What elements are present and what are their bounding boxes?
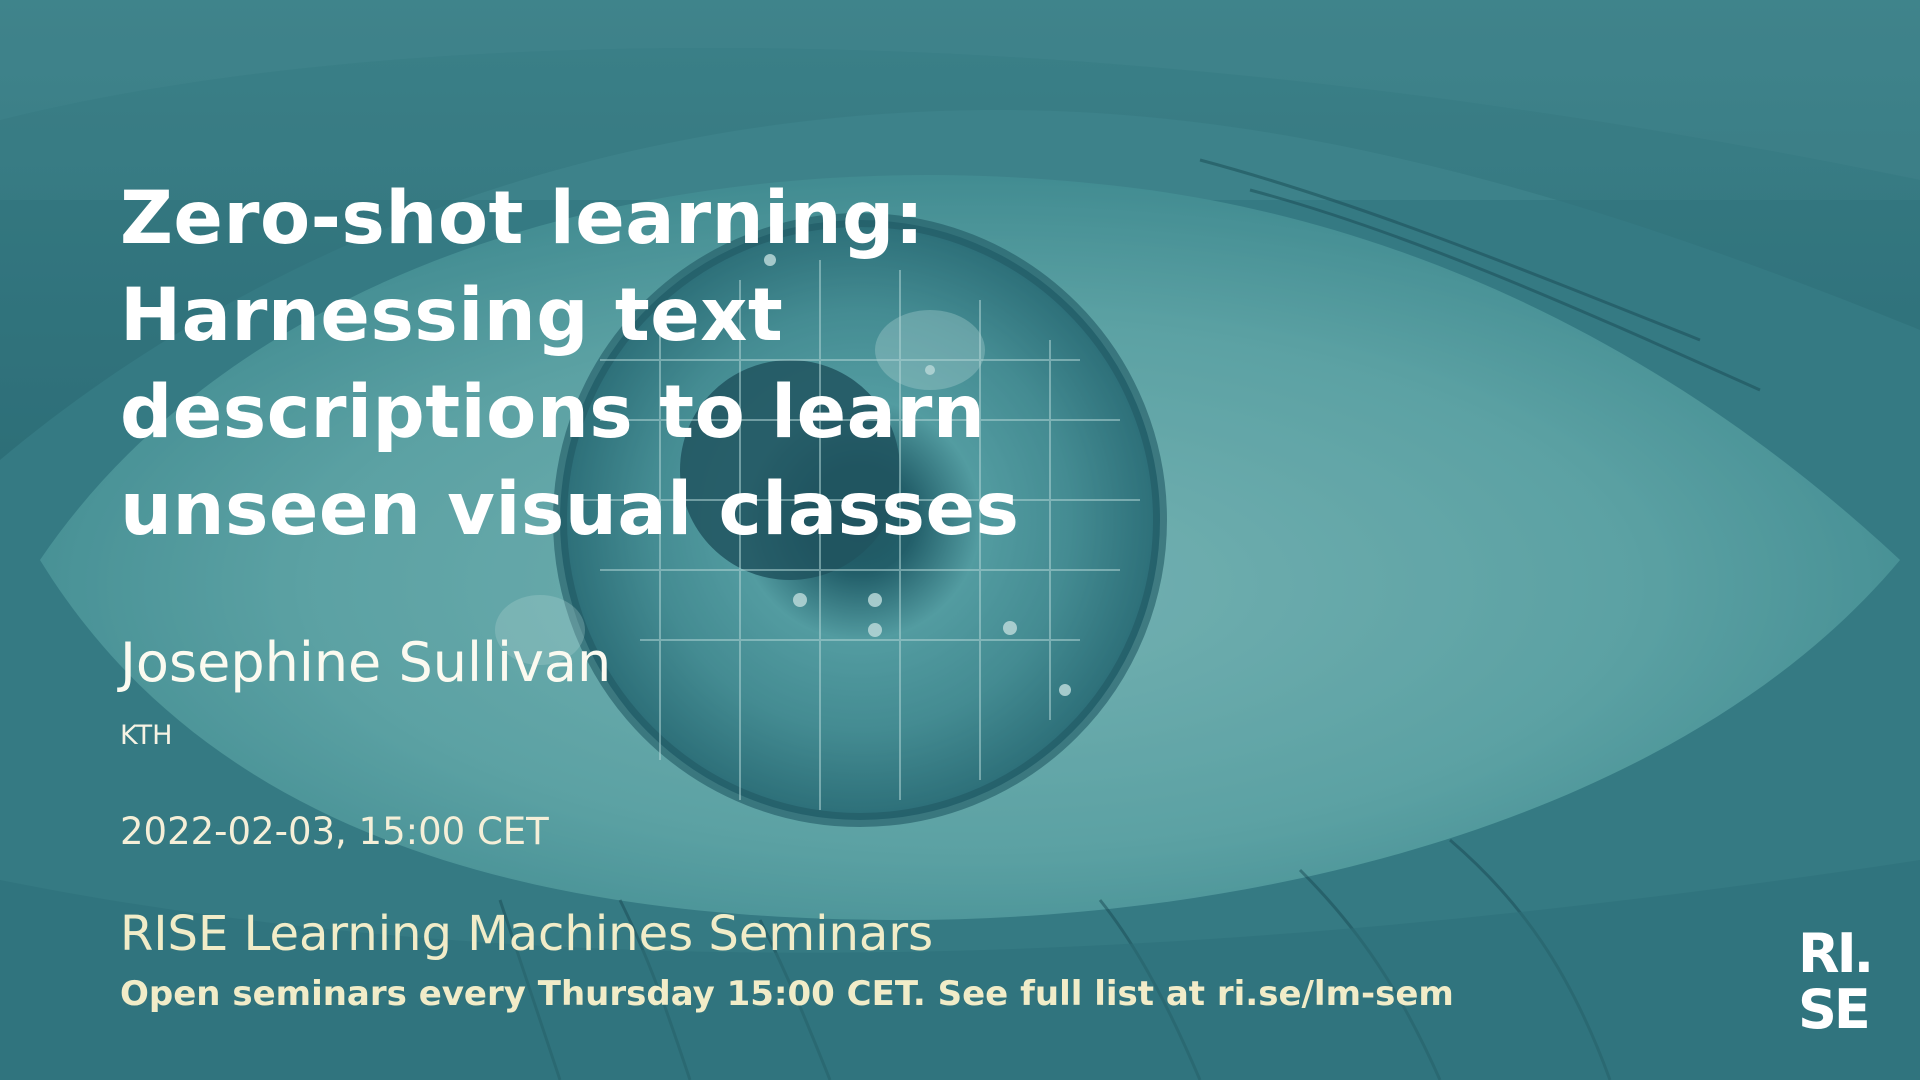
seminar-series-subline: Open seminars every Thursday 15:00 CET. … [120, 974, 1454, 1014]
talk-title: Zero-shot learning: Harnessing text desc… [120, 170, 1220, 558]
talk-title-line: Harnessing text [120, 273, 784, 358]
talk-title-line: descriptions to learn [120, 370, 986, 455]
rise-logo: RI. SE [1798, 926, 1890, 1050]
event-datetime: 2022-02-03, 15:00 CET [120, 810, 549, 853]
talk-title-line: Zero-shot learning: [120, 176, 925, 261]
rise-logo-line-1: RI. [1798, 922, 1874, 985]
speaker-affiliation: KTH [120, 720, 173, 751]
seminar-slide: Zero-shot learning: Harnessing text desc… [0, 0, 1920, 1080]
talk-title-line: unseen visual classes [120, 467, 1020, 552]
speaker-name: Josephine Sullivan [120, 631, 612, 694]
rise-logo-line-2: SE [1798, 978, 1871, 1041]
seminar-series-title: RISE Learning Machines Seminars [120, 906, 934, 962]
slide-content: Zero-shot learning: Harnessing text desc… [120, 0, 1620, 1080]
